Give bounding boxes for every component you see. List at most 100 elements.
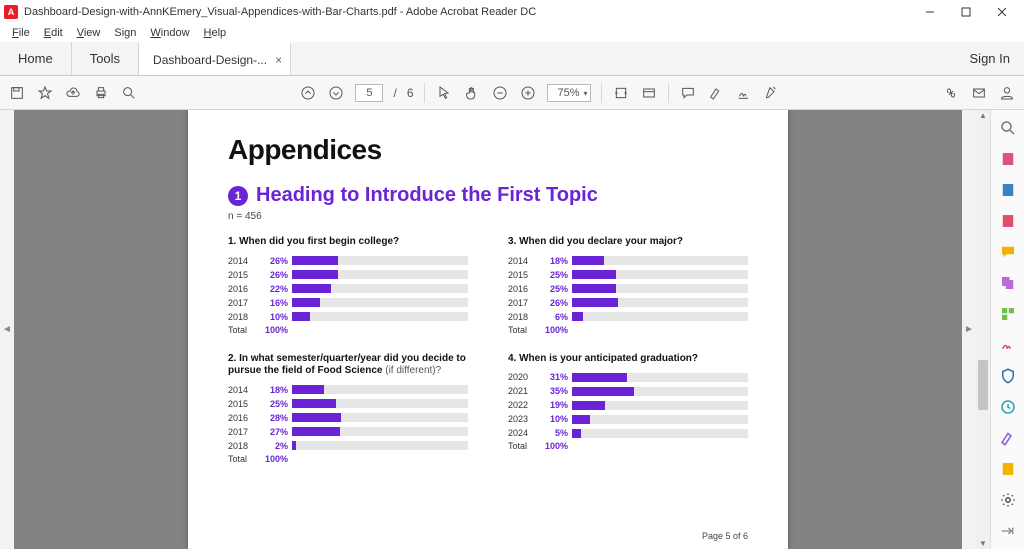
hand-tool-icon[interactable]	[463, 84, 481, 102]
chart-value: 26%	[258, 270, 292, 280]
menu-edit[interactable]: Edit	[38, 27, 69, 39]
chart-value: 22%	[258, 284, 292, 294]
chart-value: 35%	[538, 386, 572, 396]
more-tools-icon[interactable]	[998, 490, 1018, 509]
tab-home[interactable]: Home	[0, 42, 72, 75]
edit-pdf-icon[interactable]	[998, 211, 1018, 230]
vertical-scrollbar[interactable]: ▲ ▼	[976, 110, 990, 549]
pointer-icon[interactable]	[435, 84, 453, 102]
cloud-upload-icon[interactable]	[64, 84, 82, 102]
chart-total-row: Total100%	[508, 441, 748, 451]
prev-page-strip[interactable]: ◄	[0, 110, 14, 549]
fit-width-icon[interactable]	[612, 84, 630, 102]
page-down-icon[interactable]	[327, 84, 345, 102]
chart-row: 201810%	[228, 311, 468, 323]
maximize-button[interactable]	[948, 0, 984, 24]
email-icon[interactable]	[970, 84, 988, 102]
chart-bar-track	[572, 415, 748, 424]
combine-files-icon[interactable]	[998, 273, 1018, 292]
convert-icon[interactable]	[998, 459, 1018, 478]
pdf-page: Appendices 1 Heading to Introduce the Fi…	[188, 110, 788, 549]
page-number-input[interactable]: 5	[355, 84, 383, 102]
star-icon[interactable]	[36, 84, 54, 102]
export-pdf-icon[interactable]	[998, 149, 1018, 168]
zoom-in-icon[interactable]	[519, 84, 537, 102]
read-mode-icon[interactable]	[640, 84, 658, 102]
create-pdf-icon[interactable]	[998, 180, 1018, 199]
collapse-sidepane-icon[interactable]: ⇥	[998, 521, 1018, 541]
save-icon[interactable]	[8, 84, 26, 102]
chart-category: 2016	[508, 284, 538, 294]
scroll-down-icon[interactable]: ▼	[976, 539, 990, 548]
menu-file[interactable]: File	[6, 27, 36, 39]
sign-icon[interactable]	[735, 84, 753, 102]
chart-row: 202135%	[508, 385, 748, 397]
search-tool-icon[interactable]	[998, 118, 1018, 137]
minimize-button[interactable]	[912, 0, 948, 24]
chart-category: 2018	[228, 441, 258, 451]
chart-category: 2017	[228, 427, 258, 437]
chart-question: 4. When is your anticipated graduation?	[508, 353, 748, 366]
app-icon: A	[4, 5, 18, 19]
chart-bar-fill	[292, 256, 338, 265]
chart-value: 18%	[258, 385, 292, 395]
chart-total-label: Total	[508, 325, 538, 335]
tab-document-label: Dashboard-Design-...	[153, 53, 267, 67]
chart-bar-track	[292, 256, 468, 265]
chart-value: 25%	[538, 270, 572, 280]
chart-category: 2023	[508, 414, 538, 424]
fill-sign-icon[interactable]	[998, 428, 1018, 447]
chart-category: 2014	[228, 256, 258, 266]
compress-icon[interactable]	[998, 397, 1018, 416]
scrollbar-thumb[interactable]	[978, 360, 988, 410]
chart-row: 20186%	[508, 311, 748, 323]
chart-category: 2018	[508, 312, 538, 322]
menu-sign[interactable]: Sign	[108, 27, 142, 39]
close-button[interactable]	[984, 0, 1020, 24]
chart-question: 1. When did you first begin college?	[228, 236, 468, 249]
chart-category: 2020	[508, 372, 538, 382]
print-icon[interactable]	[92, 84, 110, 102]
organize-pages-icon[interactable]	[998, 304, 1018, 323]
document-viewer[interactable]: Appendices 1 Heading to Introduce the Fi…	[14, 110, 962, 549]
menu-help[interactable]: Help	[198, 27, 233, 39]
menu-window[interactable]: Window	[144, 27, 195, 39]
chart-row: 201418%	[508, 255, 748, 267]
page-separator: /	[393, 86, 396, 100]
next-page-strip[interactable]: ►	[962, 110, 976, 549]
chart-bar-track	[292, 427, 468, 436]
chart-row: 202031%	[508, 371, 748, 383]
link-icon[interactable]	[942, 84, 960, 102]
scroll-up-icon[interactable]: ▲	[976, 111, 990, 120]
sign-tool-icon[interactable]	[998, 335, 1018, 354]
zoom-out-icon[interactable]	[491, 84, 509, 102]
chart-category: 2022	[508, 400, 538, 410]
comment-icon[interactable]	[679, 84, 697, 102]
protect-icon[interactable]	[998, 366, 1018, 385]
chart-value: 16%	[258, 298, 292, 308]
comment-tool-icon[interactable]	[998, 242, 1018, 261]
page-up-icon[interactable]	[299, 84, 317, 102]
highlight-icon[interactable]	[707, 84, 725, 102]
sign-in-link[interactable]: Sign In	[970, 51, 1010, 66]
tab-tools[interactable]: Tools	[72, 42, 139, 75]
chart-q4: 4. When is your anticipated graduation? 2…	[508, 353, 748, 464]
zoom-level-select[interactable]: 75%	[547, 84, 591, 102]
chart-bar-fill	[572, 256, 604, 265]
tab-document[interactable]: Dashboard-Design-... ×	[139, 42, 291, 75]
chart-row: 201426%	[228, 255, 468, 267]
chart-category: 2024	[508, 428, 538, 438]
menu-view[interactable]: View	[71, 27, 107, 39]
chart-bar-fill	[292, 298, 320, 307]
account-icon[interactable]	[998, 84, 1016, 102]
page-total: 6	[407, 86, 414, 100]
chart-q3: 3. When did you declare your major?20141…	[508, 236, 748, 335]
stamp-icon[interactable]	[763, 84, 781, 102]
search-icon[interactable]	[120, 84, 138, 102]
titlebar: A Dashboard-Design-with-AnnKEmery_Visual…	[0, 0, 1024, 24]
chart-total-value: 100%	[538, 441, 572, 451]
tab-close-icon[interactable]: ×	[275, 53, 282, 67]
chart-value: 26%	[538, 298, 572, 308]
chart-bar-track	[292, 284, 468, 293]
page-footer: Page 5 of 6	[702, 531, 748, 541]
